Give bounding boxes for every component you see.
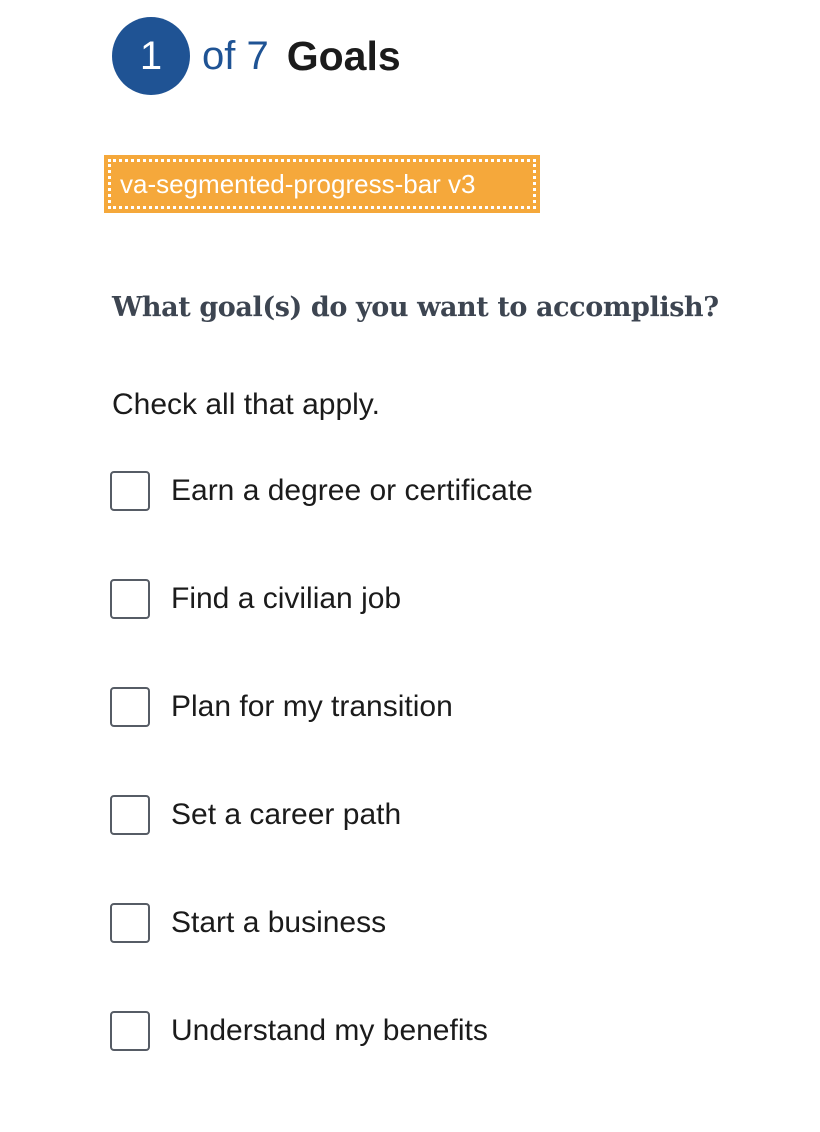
goal-option-career-path[interactable]: Set a career path	[110, 793, 533, 837]
checkbox-degree[interactable]	[110, 471, 150, 511]
goal-option-label[interactable]: Understand my benefits	[171, 1014, 488, 1048]
checkbox-business[interactable]	[110, 903, 150, 943]
goal-option-label[interactable]: Earn a degree or certificate	[171, 474, 533, 508]
goal-option-benefits[interactable]: Understand my benefits	[110, 1009, 533, 1053]
step-header: 1 of 7 Goals	[112, 17, 401, 95]
step-number-circle: 1	[112, 17, 190, 95]
checkbox-civilian-job[interactable]	[110, 579, 150, 619]
checkbox-career-path[interactable]	[110, 795, 150, 835]
goal-option-label[interactable]: Start a business	[171, 906, 386, 940]
goal-option-business[interactable]: Start a business	[110, 901, 533, 945]
goal-option-civilian-job[interactable]: Find a civilian job	[110, 577, 533, 621]
goal-option-degree[interactable]: Earn a degree or certificate	[110, 469, 533, 513]
component-debug-tag: va-segmented-progress-bar v3	[104, 155, 540, 213]
step-title: Goals	[286, 32, 401, 79]
goal-option-transition[interactable]: Plan for my transition	[110, 685, 533, 729]
goal-option-label[interactable]: Find a civilian job	[171, 582, 401, 616]
component-tag-label: va-segmented-progress-bar v3	[120, 168, 476, 199]
question-heading: What goal(s) do you want to accomplish?	[112, 292, 719, 323]
checkbox-transition[interactable]	[110, 687, 150, 727]
goal-option-label[interactable]: Plan for my transition	[171, 690, 453, 724]
current-step-number: 1	[139, 33, 163, 78]
goals-checkbox-list: Earn a degree or certificate Find a civi…	[110, 469, 533, 1117]
checkbox-benefits[interactable]	[110, 1011, 150, 1051]
step-of-total: of 7	[202, 33, 269, 78]
question-hint: Check all that apply.	[112, 388, 380, 421]
goal-option-label[interactable]: Set a career path	[171, 798, 401, 832]
